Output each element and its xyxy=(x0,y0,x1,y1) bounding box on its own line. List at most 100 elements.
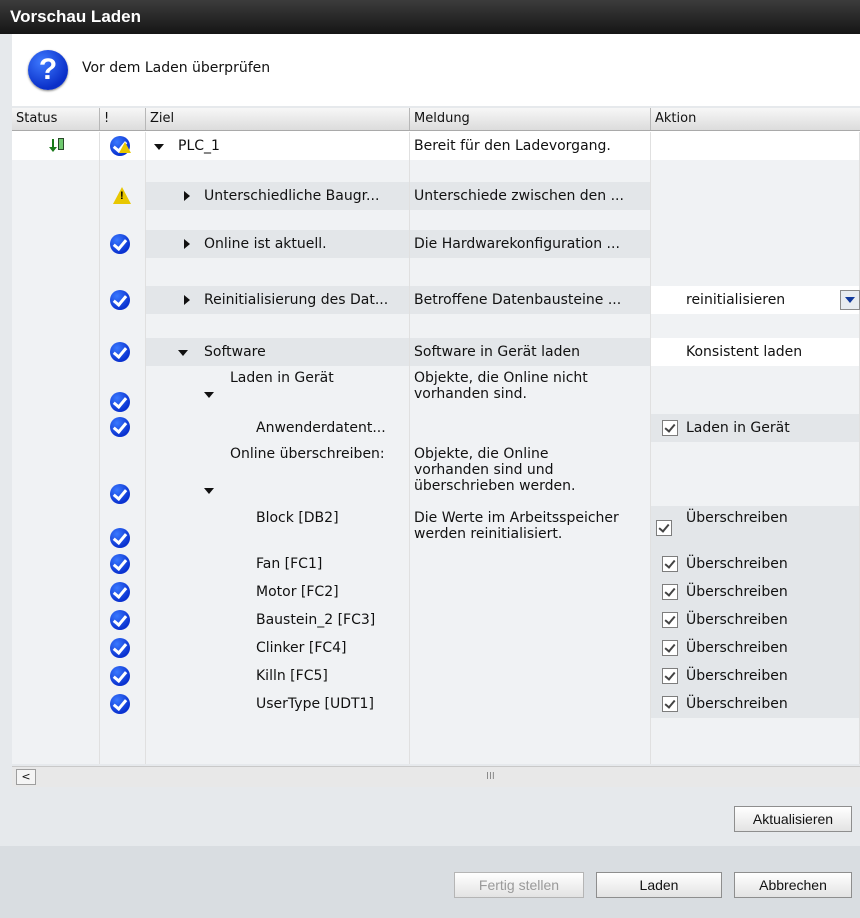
table-row-spacer xyxy=(12,258,860,286)
action-checkbox[interactable] xyxy=(656,520,672,536)
table-row-spacer xyxy=(12,210,860,230)
action-checkbox[interactable] xyxy=(662,612,678,628)
button-bar xyxy=(0,846,860,918)
action-value[interactable]: Konsistent laden xyxy=(686,344,802,360)
table-row-motor[interactable]: Motor [FC2] Überschreiben xyxy=(12,578,860,606)
table-row-clinker[interactable]: Clinker [FC4] Überschreiben xyxy=(12,634,860,662)
action-label: Laden in Gerät xyxy=(686,420,790,436)
table-row-software[interactable]: Software Software in Gerät laden Konsist… xyxy=(12,338,860,366)
action-checkbox[interactable] xyxy=(662,640,678,656)
table-row-baugruppen[interactable]: ! Unterschiedliche Baugr... Unterschiede… xyxy=(12,182,860,210)
cancel-button[interactable]: Abbrechen xyxy=(734,872,852,898)
header-text: Vor dem Laden überprüfen xyxy=(82,60,271,76)
target-label: Laden in Gerät xyxy=(230,370,334,386)
action-label: Überschreiben xyxy=(686,668,788,684)
target-label: UserType [UDT1] xyxy=(256,696,374,712)
dialog-header: ? Vor dem Laden überprüfen xyxy=(12,34,860,106)
load-status-icon xyxy=(49,137,66,153)
table-row-baustein[interactable]: Baustein_2 [FC3] Überschreiben xyxy=(12,606,860,634)
expand-arrow-icon[interactable] xyxy=(184,239,190,249)
target-label: Anwenderdatent... xyxy=(256,420,386,436)
table-row-spacer xyxy=(12,160,860,182)
target-label: Clinker [FC4] xyxy=(256,640,347,656)
finish-button[interactable]: Fertig stellen xyxy=(454,872,584,898)
table-row-usertype[interactable]: UserType [UDT1] Überschreiben xyxy=(12,690,860,718)
action-checkbox[interactable] xyxy=(662,696,678,712)
action-checkbox[interactable] xyxy=(662,556,678,572)
target-label: Reinitialisierung des Dat... xyxy=(204,292,389,308)
load-button[interactable]: Laden xyxy=(596,872,722,898)
column-warning[interactable]: ! xyxy=(100,108,146,130)
table-row-online[interactable]: Online ist aktuell. Die Hardwarekonfigur… xyxy=(12,230,860,258)
ok-icon xyxy=(110,417,130,437)
table-row-laden-geraet[interactable]: Laden in Gerät Objekte, die Online nicht… xyxy=(12,366,860,414)
expand-arrow-icon[interactable] xyxy=(184,191,190,201)
message-label: Betroffene Datenbausteine ... xyxy=(414,292,622,308)
column-action[interactable]: Aktion xyxy=(651,108,860,130)
action-label: Überschreiben xyxy=(686,696,788,712)
horizontal-scrollbar[interactable]: < III xyxy=(12,766,860,787)
question-icon: ? xyxy=(28,50,68,90)
column-message[interactable]: Meldung xyxy=(410,108,651,130)
table-row-block[interactable]: Block [DB2] Die Werte im Arbeitsspeicher… xyxy=(12,506,860,550)
table-row-reinit[interactable]: Reinitialisierung des Dat... Betroffene … xyxy=(12,286,860,314)
ok-icon xyxy=(110,638,130,658)
target-label: Baustein_2 [FC3] xyxy=(256,612,376,628)
target-label: Block [DB2] xyxy=(256,510,339,526)
message-label: Die Werte im Arbeitsspeicher werden rein… xyxy=(414,510,619,542)
ok-icon xyxy=(110,610,130,630)
small-warning-icon xyxy=(119,142,131,153)
refresh-button[interactable]: Aktualisieren xyxy=(734,806,852,832)
table-row-plc[interactable]: PLC_1 Bereit für den Ladevorgang. xyxy=(12,132,860,160)
window-title: Vorschau Laden xyxy=(10,7,141,26)
action-label: Überschreiben xyxy=(686,584,788,600)
table-row-anwenderdaten[interactable]: Anwenderdatent... Laden in Gerät xyxy=(12,414,860,442)
ok-icon xyxy=(110,582,130,602)
action-checkbox[interactable] xyxy=(662,420,678,436)
table-row-spacer xyxy=(12,718,860,764)
load-preview-table: Status ! Ziel Meldung Aktion PLC_1 Berei… xyxy=(12,108,860,764)
ok-icon xyxy=(110,234,130,254)
warning-icon: ! xyxy=(113,187,131,204)
action-label: Überschreiben xyxy=(686,640,788,656)
target-label: Online überschreiben: xyxy=(230,446,385,462)
ok-icon xyxy=(110,666,130,686)
collapse-arrow-icon[interactable] xyxy=(204,392,214,398)
collapse-arrow-icon[interactable] xyxy=(178,350,188,356)
table-row-killn[interactable]: Killn [FC5] Überschreiben xyxy=(12,662,860,690)
target-label: Software xyxy=(204,344,266,360)
target-label: Online ist aktuell. xyxy=(204,236,327,252)
expand-arrow-icon[interactable] xyxy=(184,295,190,305)
action-select-value[interactable]: reinitialisieren xyxy=(686,292,785,308)
scroll-left-button[interactable]: < xyxy=(16,769,36,785)
target-label: Unterschiedliche Baugr... xyxy=(204,188,380,204)
column-target[interactable]: Ziel xyxy=(146,108,410,130)
target-label: Killn [FC5] xyxy=(256,668,328,684)
table-row-online-ueberschreiben[interactable]: Online überschreiben: Objekte, die Onlin… xyxy=(12,442,860,506)
column-status[interactable]: Status xyxy=(12,108,100,130)
title-bar[interactable]: Vorschau Laden xyxy=(0,0,860,34)
ok-icon xyxy=(110,290,130,310)
collapse-arrow-icon[interactable] xyxy=(204,488,214,494)
action-checkbox[interactable] xyxy=(662,584,678,600)
ok-icon xyxy=(110,528,130,548)
action-checkbox[interactable] xyxy=(662,668,678,684)
table-row-fan[interactable]: Fan [FC1] Überschreiben xyxy=(12,550,860,578)
action-label: Überschreiben xyxy=(686,510,788,526)
ok-icon xyxy=(110,554,130,574)
ok-icon xyxy=(110,484,130,504)
message-label: Bereit für den Ladevorgang. xyxy=(414,138,611,154)
ok-icon xyxy=(110,694,130,714)
message-label: Software in Gerät laden xyxy=(414,344,580,360)
target-label: Motor [FC2] xyxy=(256,584,339,600)
message-label: Objekte, die Online vorhanden sind und ü… xyxy=(414,446,576,494)
action-label: Überschreiben xyxy=(686,612,788,628)
ok-icon xyxy=(110,342,130,362)
message-label: Unterschiede zwischen den ... xyxy=(414,188,624,204)
target-label: PLC_1 xyxy=(178,138,220,154)
ok-icon xyxy=(110,392,130,412)
collapse-arrow-icon[interactable] xyxy=(154,144,164,150)
scroll-thumb-grip[interactable]: III xyxy=(486,771,495,782)
message-label: Die Hardwarekonfiguration ... xyxy=(414,236,620,252)
action-dropdown-button[interactable] xyxy=(840,290,860,310)
